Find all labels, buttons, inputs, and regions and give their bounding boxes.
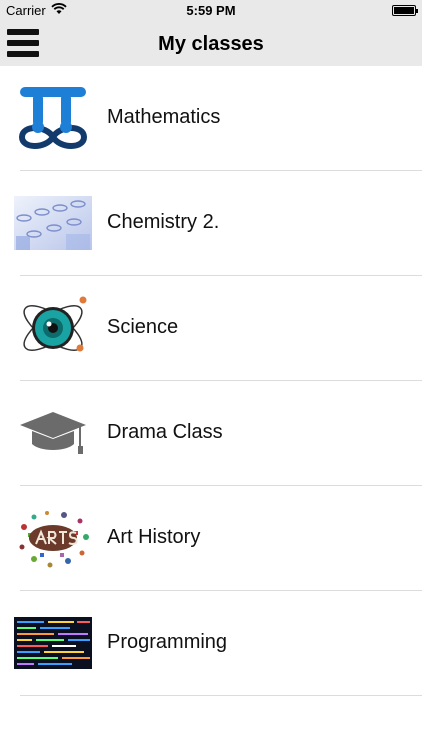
graduation-cap-icon [14,397,92,469]
list-item-programming[interactable]: Programming [0,591,422,696]
list-item-mathematics[interactable]: Mathematics [0,66,422,171]
nav-bar: My classes [0,22,422,66]
class-label: Drama Class [107,421,223,443]
test-tubes-icon [14,187,92,259]
list-item-art-history[interactable]: Art History [0,486,422,591]
divider [20,695,422,696]
class-list: Mathematics Chemistry 2. Science Drama C… [0,66,422,696]
list-item-chemistry[interactable]: Chemistry 2. [0,171,422,276]
battery-icon [392,5,418,16]
atom-eye-icon [14,292,92,364]
class-label: Art History [107,526,201,548]
code-screen-icon [14,607,92,679]
status-time: 5:59 PM [186,3,236,18]
class-label: Programming [107,631,228,653]
arts-collage-icon [14,502,92,574]
class-label: Chemistry 2. [107,211,220,233]
class-label: Science [107,316,179,338]
list-item-science[interactable]: Science [0,276,422,381]
page-title: My classes [158,33,264,55]
pi-infinity-icon [14,82,92,154]
list-item-drama[interactable]: Drama Class [0,381,422,486]
status-bar: Carrier 5:59 PM [0,0,422,22]
class-label: Mathematics [107,106,221,128]
